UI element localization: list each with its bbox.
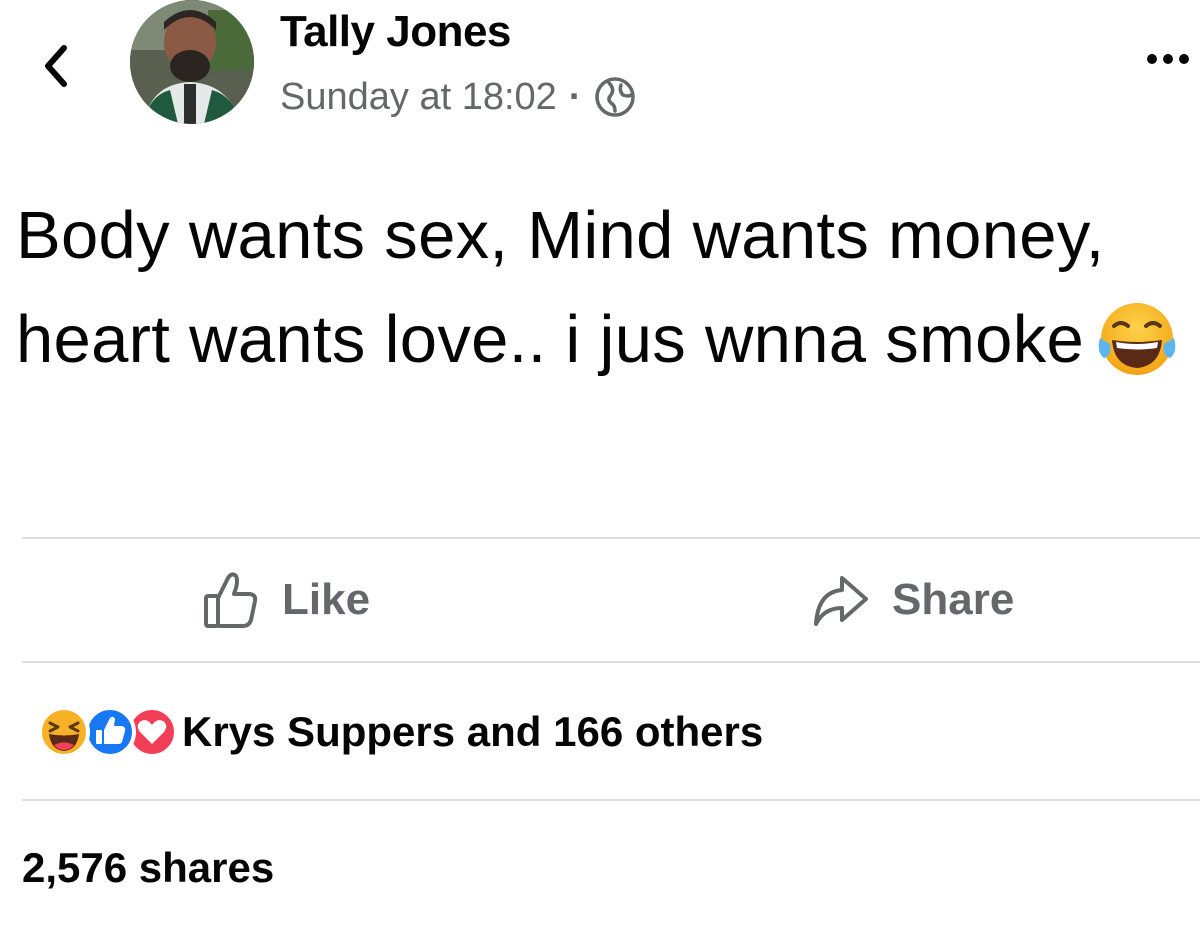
like-reaction-icon [84, 706, 136, 758]
reaction-icons[interactable] [20, 704, 180, 760]
globe-icon [595, 77, 636, 117]
author-avatar[interactable] [130, 0, 254, 124]
post-timestamp[interactable]: Sunday at 18:02 [280, 76, 557, 119]
shares-count[interactable]: 2,576 shares [22, 840, 274, 896]
share-button[interactable]: Share [812, 566, 1014, 634]
back-button[interactable] [34, 38, 82, 94]
reactions-summary[interactable]: Krys Suppers and 166 others [182, 704, 763, 760]
avatar-image [130, 0, 254, 124]
post-text: Body wants sex, Mind wants money, heart … [16, 184, 1191, 392]
divider-top [22, 537, 1200, 539]
author-name[interactable]: Tally Jones [280, 6, 511, 58]
meta-separator: · [568, 75, 582, 118]
face-with-tears-of-joy-icon [1098, 303, 1176, 375]
chevron-left-icon [45, 45, 67, 87]
like-button[interactable]: Like [202, 566, 370, 634]
thumbs-up-icon [204, 572, 258, 628]
post-meta: Sunday at 18:02 · [280, 72, 637, 122]
more-options-button[interactable] [1140, 44, 1200, 74]
haha-reaction-icon [38, 706, 90, 758]
divider-reactions [22, 799, 1200, 801]
share-arrow-icon [814, 576, 868, 626]
like-label: Like [282, 575, 371, 624]
divider-actions [22, 661, 1200, 663]
more-horizontal-icon [1147, 54, 1189, 64]
post-text-content: Body wants sex, Mind wants money, heart … [16, 198, 1105, 377]
share-label: Share [892, 575, 1015, 624]
